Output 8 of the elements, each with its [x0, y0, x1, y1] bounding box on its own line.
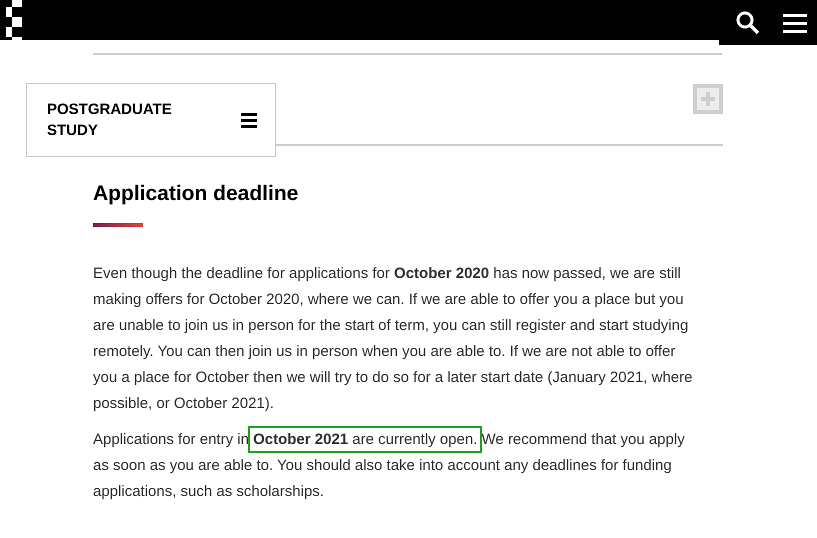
paragraph: Even though the deadline for applications for October 2020 has now passed, we are still making offers for October 2020, where we can. If we are able to offer you a place but you are unable to join us in person for the start of term, you can still register and start studying remotely. You can then join us in person when you are able to. If we are not able to offer you a place for October then we will try to do so for a later start date (January 2021, where possible, or October 2021).	[93, 264, 694, 414]
paragraph: Applications for entry in October 2021 are currently open. We recommend that you apply as soon as you are able to. You should also take into account any deadlines for funding applications, such as scholarships.	[93, 427, 701, 505]
menu-icon	[241, 112, 257, 128]
search-icon[interactable]	[735, 10, 761, 36]
accent-bar	[93, 223, 143, 227]
section-heading: Application deadline	[93, 181, 300, 207]
menu-icon[interactable]	[783, 12, 807, 32]
section-menu-button[interactable]: POSTGRADUATE STUDY	[26, 83, 276, 157]
